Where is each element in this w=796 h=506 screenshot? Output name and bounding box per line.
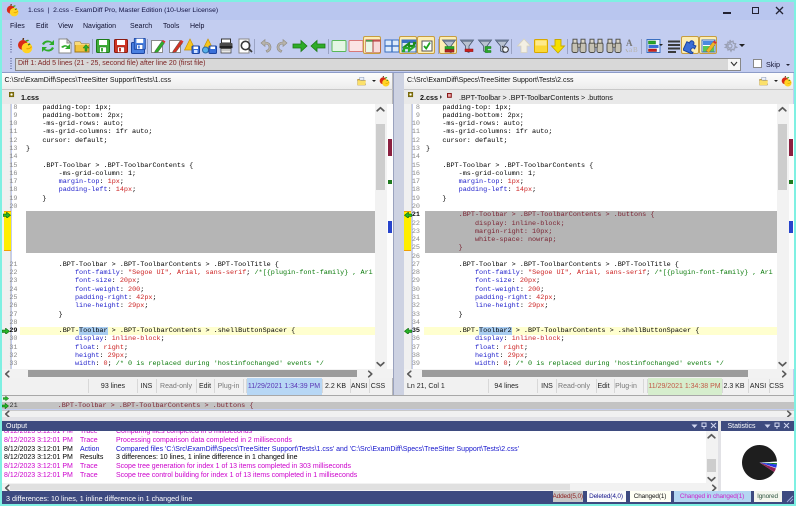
svg-text:B: B [633,46,638,54]
